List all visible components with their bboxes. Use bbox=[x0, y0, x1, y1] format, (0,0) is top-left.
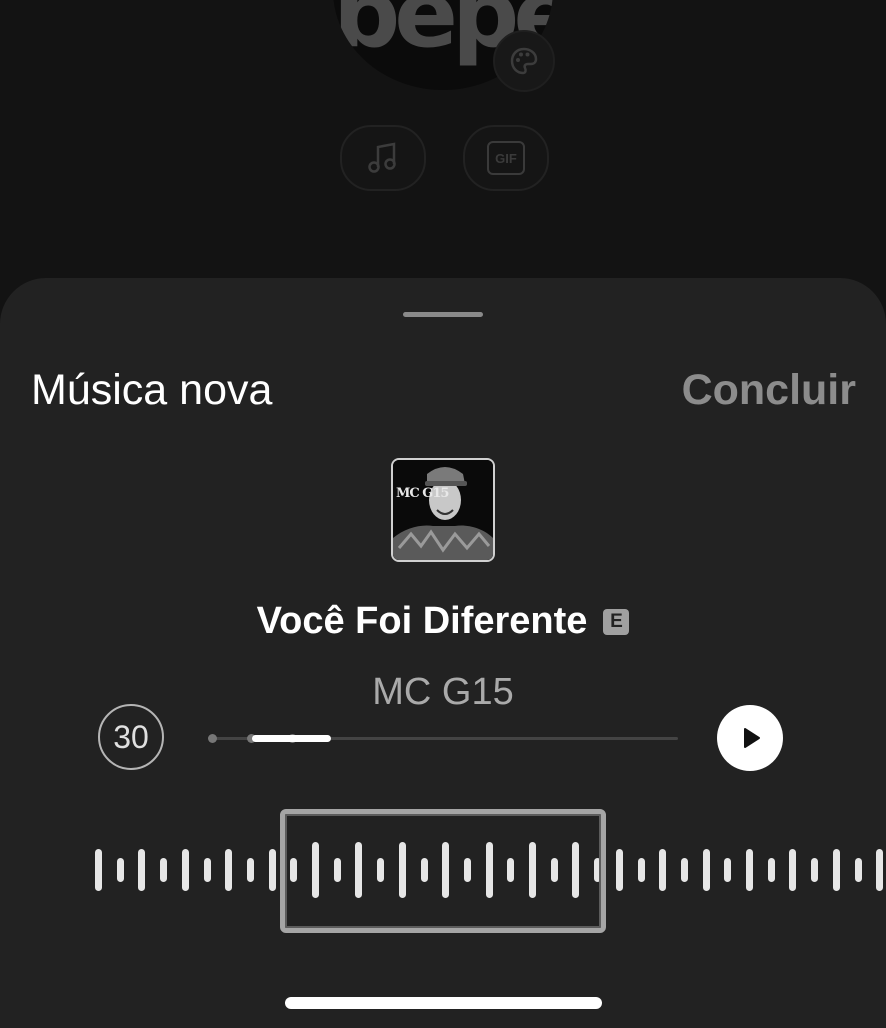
waveform-bar bbox=[811, 858, 818, 882]
album-cover-art bbox=[393, 460, 493, 560]
waveform-bar bbox=[659, 849, 666, 891]
song-title: Você Foi Diferente bbox=[256, 600, 588, 642]
play-button[interactable] bbox=[717, 705, 783, 771]
song-row: Você Foi Diferente E bbox=[0, 600, 886, 643]
waveform-bar bbox=[182, 849, 189, 891]
waveform-bar bbox=[225, 849, 232, 891]
done-button[interactable]: Concluir bbox=[682, 366, 856, 415]
album-cover: MC G15 bbox=[391, 458, 495, 562]
music-button[interactable] bbox=[340, 125, 426, 191]
waveform-bar bbox=[138, 849, 145, 891]
cover-label: MC G15 bbox=[396, 486, 449, 501]
home-indicator bbox=[285, 997, 602, 1009]
waveform-bar bbox=[160, 858, 167, 882]
clip-selector[interactable] bbox=[280, 809, 606, 933]
track-progress bbox=[252, 735, 331, 742]
playback-track[interactable] bbox=[208, 734, 678, 743]
explicit-badge: E bbox=[603, 608, 630, 635]
waveform-bar bbox=[724, 858, 731, 882]
sheet-grabber[interactable] bbox=[403, 312, 483, 317]
waveform-bar bbox=[638, 858, 645, 882]
play-icon bbox=[744, 728, 760, 748]
waveform-bar bbox=[876, 849, 883, 891]
waveform-bar bbox=[703, 849, 710, 891]
gif-button[interactable]: GIF bbox=[463, 125, 549, 191]
waveform-bar bbox=[616, 849, 623, 891]
waveform-bar bbox=[746, 849, 753, 891]
waveform-bar bbox=[95, 849, 102, 891]
waveform-bar bbox=[681, 858, 688, 882]
gif-icon: GIF bbox=[487, 141, 525, 175]
waveform-bar bbox=[833, 849, 840, 891]
sheet-title: Música nova bbox=[31, 366, 273, 414]
waveform-bar bbox=[768, 858, 775, 882]
new-music-sheet: Música nova Concluir MC G15 Você Foi Dif… bbox=[0, 278, 886, 1028]
waveform-bar bbox=[117, 858, 124, 882]
waveform-bar bbox=[269, 849, 276, 891]
waveform-bar bbox=[789, 849, 796, 891]
profile-background: bepe GIF bbox=[0, 0, 886, 300]
palette-icon bbox=[510, 47, 538, 75]
waveform-bar bbox=[855, 858, 862, 882]
waveform-bar bbox=[204, 858, 211, 882]
waveform-bar bbox=[247, 858, 254, 882]
track-dot bbox=[208, 734, 217, 743]
clip-duration-button[interactable]: 30 bbox=[98, 704, 164, 770]
music-note-icon bbox=[368, 142, 396, 173]
palette-button[interactable] bbox=[493, 30, 555, 92]
